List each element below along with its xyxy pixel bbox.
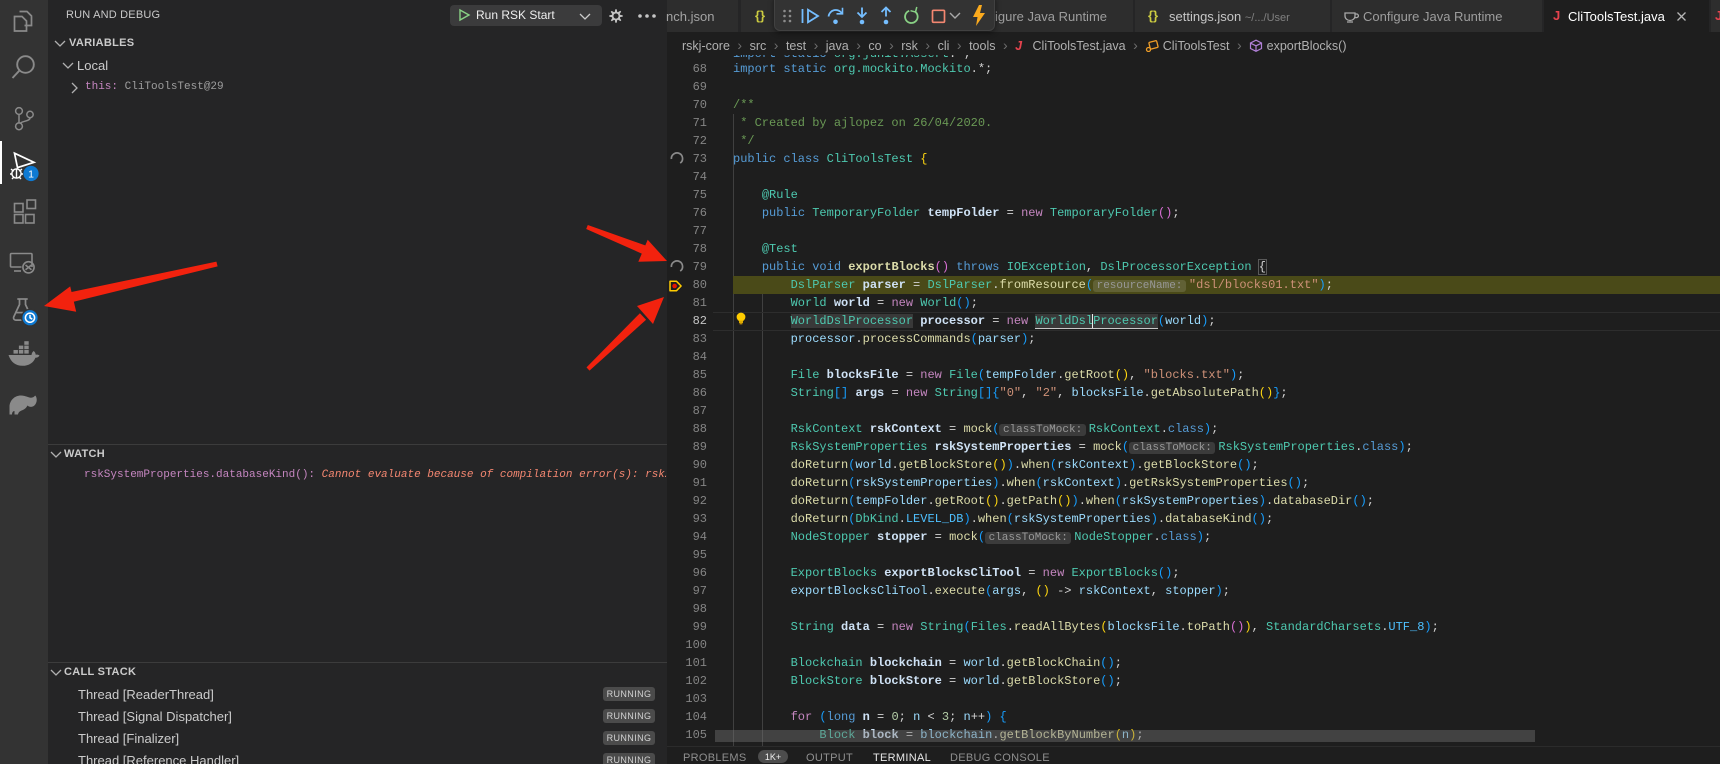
- svg-text:1: 1: [28, 169, 34, 181]
